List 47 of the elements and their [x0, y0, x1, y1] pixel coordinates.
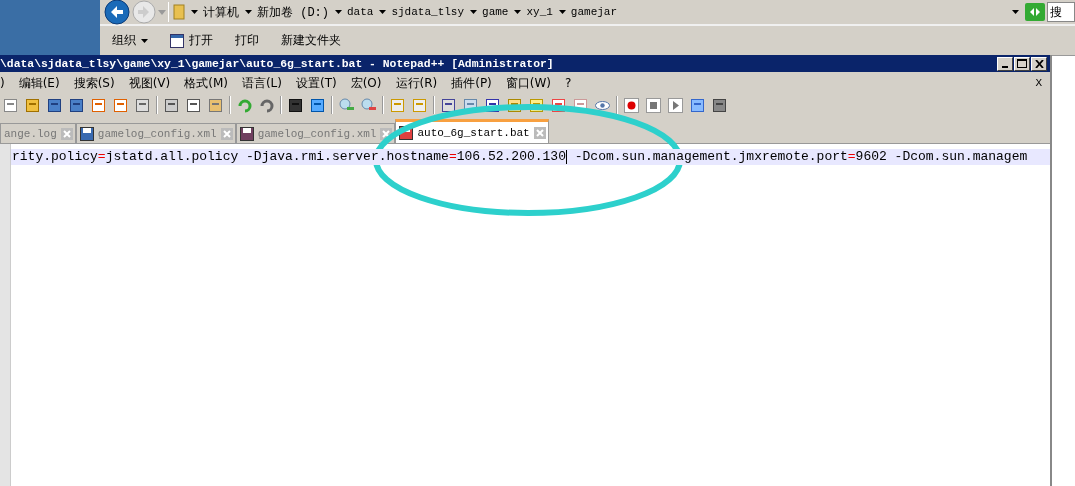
breadcrumb-item[interactable]: game — [482, 6, 509, 18]
dropdown-arrow-icon[interactable] — [245, 10, 252, 14]
command-button[interactable]: 组织 — [112, 32, 148, 49]
breadcrumb-item[interactable]: data — [347, 6, 374, 18]
breadcrumb-item[interactable]: xy_1 — [526, 6, 553, 18]
dropdown-arrow-icon[interactable] — [1012, 10, 1019, 14]
stop-icon[interactable] — [645, 96, 662, 114]
command-button[interactable]: 打开 — [170, 32, 213, 49]
breadcrumb-item[interactable]: gamejar — [570, 6, 618, 18]
menu-item[interactable]: 窗口(W) — [505, 74, 552, 92]
dropdown-arrow-icon[interactable] — [514, 10, 522, 14]
close-document-button[interactable]: X — [1035, 77, 1042, 89]
dropdown-arrow-icon[interactable] — [335, 10, 342, 14]
menu-item[interactable]: 宏(O) — [350, 74, 382, 92]
close-button[interactable] — [1031, 56, 1047, 71]
dropdown-arrow-icon[interactable] — [558, 10, 566, 14]
menu-item[interactable]: 插件(P) — [451, 74, 492, 92]
play-icon[interactable] — [667, 96, 684, 114]
dropdown-arrow-icon[interactable] — [470, 10, 478, 14]
menu-item[interactable]: 格式(M) — [184, 74, 228, 92]
maximize-icon — [1017, 59, 1027, 68]
window-title: \data\sjdata_tlsy\game\xy_1\gamejar\auto_6g_start.bat - Notepad++ [Administrator] — [0, 57, 554, 70]
search-field[interactable]: 搜 — [1047, 2, 1075, 22]
minimize-button[interactable] — [997, 56, 1013, 71]
menu-item[interactable]: 编辑(E) — [18, 74, 60, 92]
dropdown-arrow-icon[interactable] — [191, 10, 198, 14]
maximize-button[interactable] — [1014, 56, 1030, 71]
menu-item[interactable]: 视图(V) — [128, 74, 171, 92]
file-tab[interactable]: auto_6g_start.bat — [395, 119, 549, 143]
menu-item[interactable]: ) — [0, 76, 5, 90]
menu-item[interactable]: 运行(R) — [395, 74, 438, 92]
dropdown-arrow-icon[interactable] — [379, 10, 387, 14]
menu-item[interactable]: 语言(L) — [241, 74, 282, 92]
command-button[interactable]: 新建文件夹 — [281, 32, 341, 49]
breadcrumb-item[interactable]: 新加卷 (D:) — [257, 3, 329, 21]
breadcrumb-item[interactable]: sjdata_tlsy — [391, 6, 465, 18]
menu-item[interactable]: ? — [565, 76, 572, 90]
minimize-icon — [1002, 65, 1008, 68]
menu-item[interactable]: 设置(T) — [296, 74, 337, 92]
command-button[interactable]: 打印 — [235, 32, 259, 49]
window-icon — [170, 33, 184, 48]
back-icon[interactable] — [104, 0, 130, 25]
menu-item[interactable]: 搜索(S) — [73, 74, 115, 92]
dropdown-arrow-icon[interactable] — [141, 38, 148, 43]
refresh-icon[interactable] — [1025, 3, 1045, 21]
breadcrumb-item[interactable]: 计算机 — [203, 3, 239, 21]
rec-icon[interactable] — [623, 96, 640, 114]
